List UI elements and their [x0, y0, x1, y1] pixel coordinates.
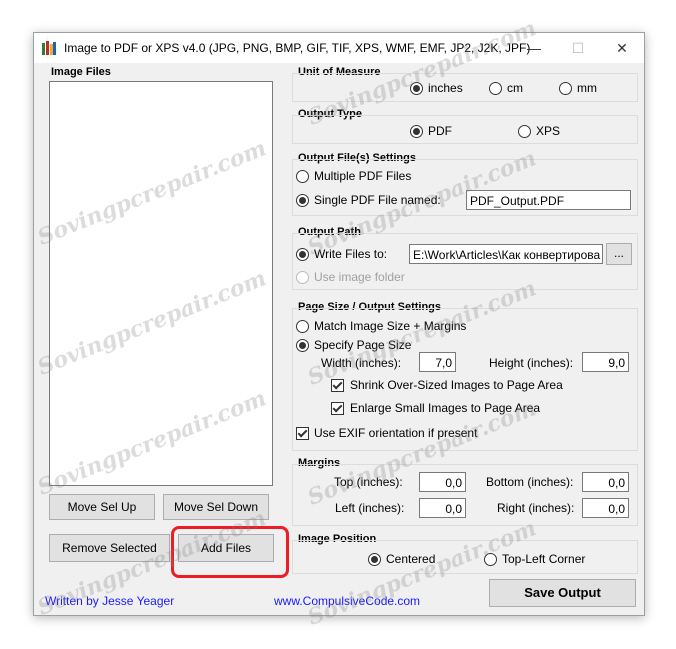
output-xps-radio[interactable] — [518, 125, 531, 138]
unit-cm-radio[interactable] — [489, 82, 502, 95]
output-pdf-label: PDF — [428, 124, 452, 138]
right-margin-input[interactable]: 0,0 — [582, 498, 629, 518]
bottom-margin-input[interactable]: 0,0 — [582, 472, 629, 492]
write-files-label: Write Files to: — [314, 247, 388, 261]
top-left-radio[interactable] — [484, 553, 497, 566]
multiple-pdf-radio[interactable] — [296, 170, 309, 183]
multiple-pdf-label: Multiple PDF Files — [314, 169, 412, 183]
image-files-list[interactable] — [49, 81, 273, 486]
minimize-icon: — — [527, 40, 541, 56]
centered-label: Centered — [386, 552, 436, 566]
centered-radio[interactable] — [368, 553, 381, 566]
left-margin-label: Left (inches): — [335, 501, 405, 515]
use-image-folder-label: Use image folder — [314, 270, 405, 284]
app-icon — [42, 41, 56, 55]
height-input[interactable]: 9,0 — [582, 352, 629, 372]
output-pdf-radio[interactable] — [410, 125, 423, 138]
move-sel-up-button[interactable]: Move Sel Up — [49, 494, 155, 520]
top-left-label: Top-Left Corner — [502, 552, 586, 566]
right-margin-label: Right (inches): — [497, 501, 575, 515]
unit-mm-label: mm — [577, 81, 597, 95]
add-files-highlight — [171, 526, 289, 578]
enlarge-label: Enlarge Small Images to Page Area — [350, 401, 541, 415]
unit-mm-radio[interactable] — [559, 82, 572, 95]
exif-label: Use EXIF orientation if present — [314, 426, 478, 440]
minimize-button[interactable]: — — [512, 33, 556, 63]
left-margin-input[interactable]: 0,0 — [419, 498, 466, 518]
match-image-size-radio[interactable] — [296, 320, 309, 333]
remove-selected-button[interactable]: Remove Selected — [49, 534, 170, 562]
top-margin-label: Top (inches): — [334, 475, 403, 489]
browse-button[interactable]: ... — [606, 243, 632, 265]
width-label: Width (inches): — [321, 356, 402, 370]
author-link[interactable]: Written by Jesse Yeager — [45, 594, 174, 608]
enlarge-checkbox[interactable] — [331, 402, 344, 415]
use-image-folder-radio[interactable] — [296, 271, 309, 284]
single-pdf-label: Single PDF File named: — [314, 193, 441, 207]
specify-page-size-label: Specify Page Size — [314, 338, 412, 352]
unit-inches-label: inches — [428, 81, 463, 95]
unit-inches-radio[interactable] — [410, 82, 423, 95]
match-image-size-label: Match Image Size + Margins — [314, 319, 467, 333]
save-output-button[interactable]: Save Output — [489, 579, 636, 607]
exif-checkbox[interactable] — [296, 427, 309, 440]
shrink-checkbox[interactable] — [331, 379, 344, 392]
single-pdf-radio[interactable] — [296, 194, 309, 207]
image-position-group — [292, 540, 638, 574]
maximize-button[interactable]: ☐ — [556, 33, 600, 63]
window-title: Image to PDF or XPS v4.0 (JPG, PNG, BMP,… — [64, 41, 531, 55]
output-type-group — [292, 115, 638, 144]
title-bar: Image to PDF or XPS v4.0 (JPG, PNG, BMP,… — [34, 33, 644, 63]
height-label: Height (inches): — [489, 356, 574, 370]
app-window: Image to PDF or XPS v4.0 (JPG, PNG, BMP,… — [33, 32, 645, 616]
image-files-label: Image Files — [51, 66, 111, 78]
shrink-label: Shrink Over-Sized Images to Page Area — [350, 378, 563, 392]
width-input[interactable]: 7,0 — [419, 352, 456, 372]
maximize-icon: ☐ — [571, 40, 585, 56]
output-filename-input[interactable]: PDF_Output.PDF — [466, 190, 631, 210]
unit-cm-label: cm — [507, 81, 523, 95]
close-icon: ✕ — [616, 40, 628, 56]
website-link[interactable]: www.CompulsiveCode.com — [274, 594, 420, 608]
output-path-input[interactable]: E:\Work\Articles\Как конвертирова — [409, 244, 603, 264]
output-xps-label: XPS — [536, 124, 561, 138]
close-button[interactable]: ✕ — [600, 33, 644, 63]
bottom-margin-label: Bottom (inches): — [486, 475, 574, 489]
specify-page-size-radio[interactable] — [296, 339, 309, 352]
write-files-radio[interactable] — [296, 248, 309, 261]
move-sel-down-button[interactable]: Move Sel Down — [163, 494, 269, 520]
top-margin-input[interactable]: 0,0 — [419, 472, 466, 492]
